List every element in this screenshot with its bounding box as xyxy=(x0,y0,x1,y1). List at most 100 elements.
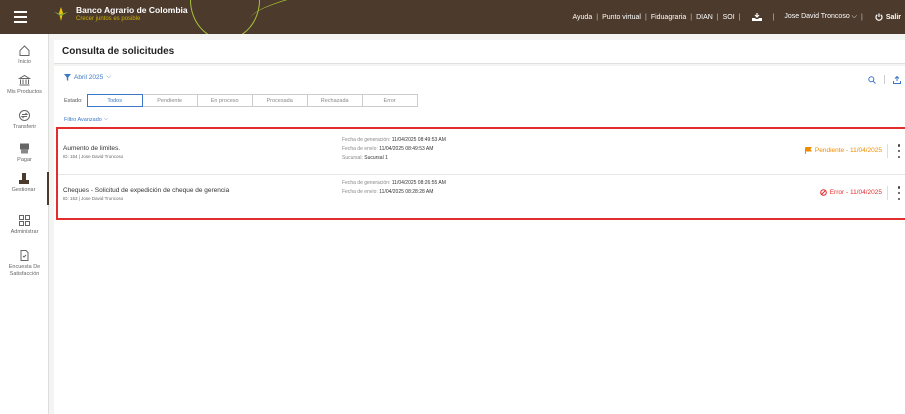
meta-value: 11/04/2025 08:49:53 AM xyxy=(391,137,446,143)
sidebar-item-inicio[interactable]: Inicio xyxy=(0,44,49,66)
bank-icon xyxy=(18,74,31,86)
meta-label: Fecha de envío: xyxy=(342,146,378,152)
page-title: Consulta de solicitudes xyxy=(62,46,175,57)
divider xyxy=(887,144,888,158)
sidebar-item-label: Encuesta De Satisfacción xyxy=(8,264,41,277)
date-filter[interactable]: Abril 2025 ⌵ xyxy=(64,73,111,81)
tab-en-proceso[interactable]: En proceso xyxy=(196,94,253,107)
search-icon[interactable] xyxy=(868,75,876,84)
power-icon xyxy=(875,13,883,21)
top-bar: Banco Agrario de Colombia Crecer juntos … xyxy=(0,0,905,34)
sidebar-item-encuesta[interactable]: Encuesta De Satisfacción xyxy=(0,249,49,278)
meta-value: 11/04/2025 08:26:55 AM xyxy=(391,180,446,186)
separator: | xyxy=(596,13,599,21)
status-filter: Estado: Todos Pendiente En proceso Proce… xyxy=(64,94,418,107)
bank-name: Banco Agrario de Colombia xyxy=(76,5,188,15)
sidebar-item-label: Mis Productos xyxy=(7,89,42,95)
tab-procesada[interactable]: Procesada xyxy=(251,94,308,107)
separator: | xyxy=(772,13,775,21)
meta-label: Sucursal: xyxy=(342,155,363,161)
user-menu[interactable]: Jose David Troncoso ⌵ xyxy=(784,13,857,21)
sidebar-item-transferir[interactable]: Transferir xyxy=(0,109,49,131)
separator: | xyxy=(644,13,647,21)
user-name: Jose David Troncoso xyxy=(784,13,850,20)
status-badge: Error - 11/04/2025 xyxy=(819,189,882,196)
more-options-icon[interactable] xyxy=(896,186,902,200)
bank-slogan: Crecer juntos es posible xyxy=(76,16,141,22)
tab-error[interactable]: Error xyxy=(361,94,418,107)
request-subtitle: ID: 153 | Jose David Troncoso xyxy=(63,196,124,201)
meta-label: Fecha de envío: xyxy=(342,189,378,195)
divider xyxy=(887,186,888,200)
survey-icon xyxy=(20,250,29,261)
divider xyxy=(884,75,885,84)
request-subtitle: ID: 154 | Jose David Troncoso xyxy=(63,154,124,159)
logout-button[interactable]: Salir xyxy=(875,13,901,21)
sidebar-item-administrar[interactable]: Administrar xyxy=(0,214,49,236)
hamburger-menu-icon[interactable] xyxy=(9,6,31,28)
manage-icon xyxy=(19,173,29,184)
link-dian[interactable]: DIAN xyxy=(696,14,713,21)
panel-actions xyxy=(868,75,901,84)
link-fiduagraria[interactable]: Fiduagraria xyxy=(651,14,686,21)
advanced-filter-toggle[interactable]: Filtro Avanzado ⌵ xyxy=(64,116,108,123)
bank-logo-icon xyxy=(54,7,68,21)
estado-label: Estado: xyxy=(64,97,83,104)
meta-label: Fecha de generación: xyxy=(342,180,391,186)
export-icon[interactable] xyxy=(893,75,901,84)
status-text: Pendiente - 11/04/2025 xyxy=(814,147,882,154)
error-icon xyxy=(819,189,827,196)
main-panel: Abril 2025 ⌵ Estado: Todos Pendiente En … xyxy=(54,66,905,414)
tab-rechazada[interactable]: Rechazada xyxy=(306,94,363,107)
sidebar-item-gestionar[interactable]: Gestionar xyxy=(0,172,49,205)
separator: | xyxy=(690,13,693,21)
link-punto-virtual[interactable]: Punto virtual xyxy=(602,14,641,21)
meta-value: Sucursal 1 xyxy=(364,155,388,161)
list-item[interactable]: Aumento de limites. ID: 154 | Jose David… xyxy=(58,129,905,173)
status-tabs: Todos Pendiente En proceso Procesada Rec… xyxy=(86,94,418,107)
separator: | xyxy=(860,13,863,21)
decorative-curve xyxy=(247,0,471,34)
separator: | xyxy=(716,13,719,21)
page-header: Consulta de solicitudes xyxy=(54,40,905,64)
status-text: Error - 11/04/2025 xyxy=(829,189,882,196)
sidebar-item-label: Pagar xyxy=(17,157,32,163)
request-title: Cheques - Solicitud de expedición de che… xyxy=(63,187,230,194)
chevron-down-icon: ⌵ xyxy=(103,116,108,122)
grid-icon xyxy=(19,215,30,226)
status-badge: Pendiente - 11/04/2025 xyxy=(804,147,882,154)
sidebar-item-label: Transferir xyxy=(12,124,37,130)
sidebar-item-mis-productos[interactable]: Mis Productos xyxy=(0,74,49,96)
payment-icon xyxy=(20,143,29,154)
tab-todos[interactable]: Todos xyxy=(86,94,143,107)
sidebar-item-pagar[interactable]: Pagar xyxy=(0,142,49,164)
logout-label: Salir xyxy=(885,13,901,21)
meta-value: 11/04/2025 08:28:28 AM xyxy=(379,189,434,195)
sidebar-item-label: Administrar xyxy=(10,229,39,235)
request-meta: Fecha de generación: 11/04/2025 08:26:55… xyxy=(342,179,446,197)
meta-label: Fecha de generación: xyxy=(342,137,391,143)
separator: | xyxy=(738,13,741,21)
brand-logo[interactable]: Banco Agrario de Colombia Crecer juntos … xyxy=(52,5,188,23)
chevron-down-icon: ⌵ xyxy=(106,73,112,80)
sidebar-item-label: Gestionar xyxy=(11,187,36,193)
meta-value: 11/04/2025 08:49:53 AM xyxy=(379,146,434,152)
home-icon xyxy=(19,45,30,56)
top-links: Ayuda | Punto virtual | Fiduagraria | DI… xyxy=(573,0,905,34)
tab-pendiente[interactable]: Pendiente xyxy=(141,94,198,107)
more-options-icon[interactable] xyxy=(896,144,902,158)
filter-icon xyxy=(64,73,71,81)
request-meta: Fecha de generación: 11/04/2025 08:49:53… xyxy=(342,136,446,163)
link-ayuda[interactable]: Ayuda xyxy=(573,14,593,21)
sidebar: Inicio Mis Productos Transferir Pagar Ge… xyxy=(0,34,49,414)
link-soi[interactable]: SOI xyxy=(723,14,735,21)
transfer-icon xyxy=(19,110,30,121)
sidebar-item-label: Inicio xyxy=(18,59,31,65)
list-item[interactable]: Cheques - Solicitud de expedición de che… xyxy=(58,174,905,218)
request-title: Aumento de limites. xyxy=(63,145,121,152)
results-list: Aumento de limites. ID: 154 | Jose David… xyxy=(56,127,905,220)
flag-icon xyxy=(804,147,812,154)
advanced-filter-label: Filtro Avanzado xyxy=(64,116,102,123)
date-filter-label: Abril 2025 xyxy=(74,73,104,81)
notifications-icon[interactable] xyxy=(751,12,763,22)
